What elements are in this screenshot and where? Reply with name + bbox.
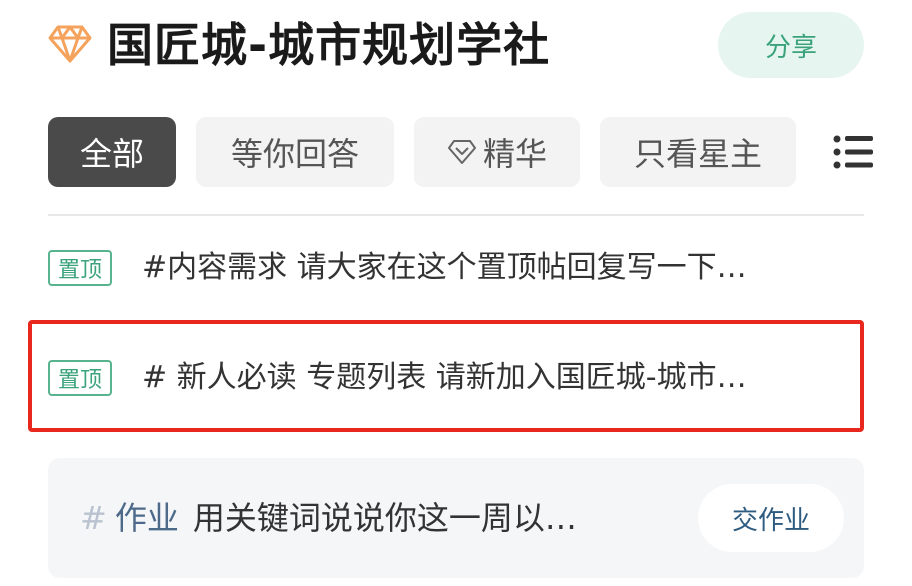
group-title: 国匠城-城市规划学社 [107, 18, 551, 72]
tab-waiting-answer[interactable]: 等你回答 [196, 117, 394, 187]
tab-all[interactable]: 全部 [48, 117, 176, 187]
highlight-box [28, 320, 864, 432]
group-header: 国匠城-城市规划学社 分享 [0, 0, 912, 100]
filter-tabs: 全部 等你回答 精华 只看星主 [0, 114, 912, 190]
divider [48, 214, 864, 216]
share-button[interactable]: 分享 [718, 12, 864, 78]
homework-description: 用关键词说说你这一周以… [192, 499, 577, 537]
submit-homework-button[interactable]: 交作业 [698, 484, 844, 552]
tab-owner-only[interactable]: 只看星主 [600, 117, 796, 187]
tab-featured[interactable]: 精华 [414, 117, 580, 187]
homework-text: # 作业 用关键词说说你这一周以… [80, 494, 577, 542]
pinned-post-title: #内容需求 请大家在这个置顶帖回复写一下… [142, 250, 747, 285]
list-menu-icon[interactable] [833, 134, 873, 170]
tab-featured-label: 精华 [482, 135, 547, 173]
pinned-badge: 置顶 [48, 250, 112, 286]
hashtag-icon: # [80, 499, 107, 537]
pinned-post[interactable]: 置顶 #内容需求 请大家在这个置顶帖回复写一下… [48, 242, 864, 298]
diamond-icon [48, 25, 92, 63]
diamond-icon [447, 140, 476, 164]
homework-tag: 作业 [114, 499, 179, 537]
homework-card[interactable]: # 作业 用关键词说说你这一周以… 交作业 [48, 458, 864, 578]
